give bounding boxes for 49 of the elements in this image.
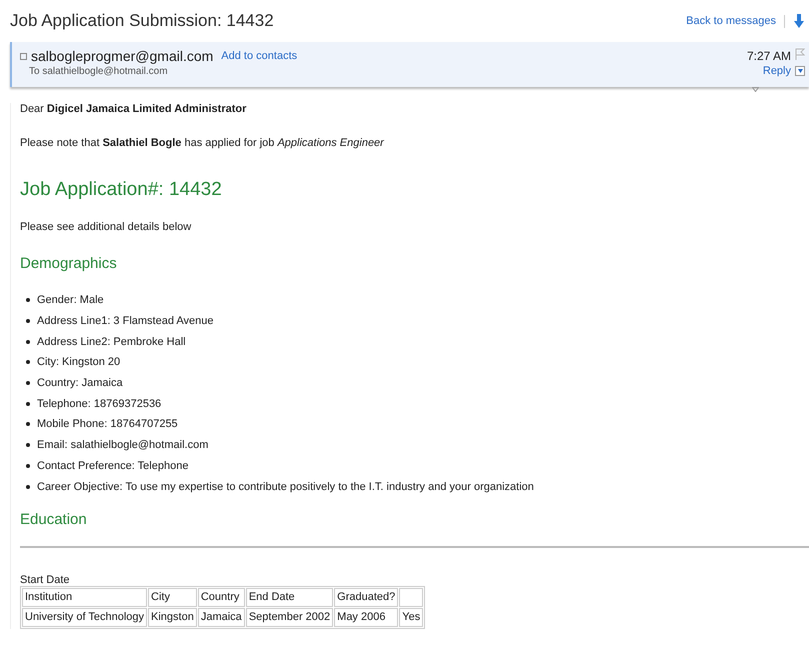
table-cell: Jamaica [198, 608, 245, 627]
table-cell: May 2006 [334, 608, 398, 627]
column-header: Country [198, 588, 245, 607]
expand-icon[interactable] [20, 52, 27, 60]
bullet-icon [26, 340, 30, 344]
note-text: Please note that Salathiel Bogle has applied for job Applications Engineer [20, 137, 386, 149]
list-item-text: Gender: Male [37, 294, 104, 306]
reply-link[interactable]: Reply [762, 65, 791, 77]
table-caption: Start Date [20, 574, 71, 586]
section-heading: Demographics [20, 255, 118, 272]
message-time: 7:27 AM [746, 48, 791, 62]
intro-text: Please see additional details below [20, 221, 192, 233]
message-subject: Job Application Submission: 14432 [10, 11, 274, 31]
table-cell: Kingston [148, 608, 197, 627]
bullet-icon [26, 402, 30, 406]
bullet-icon [26, 360, 30, 364]
table-cell: University of Technology [22, 608, 148, 627]
bullet-icon [26, 319, 30, 324]
section-heading: Education [20, 510, 88, 528]
bullet-icon [26, 422, 30, 426]
sender-address: salbogleprogmer@gmail.com [31, 48, 214, 64]
dropdown-icon[interactable] [795, 66, 805, 76]
list-item-text: Mobile Phone: 18764707255 [37, 418, 178, 430]
column-header: End Date [246, 588, 334, 607]
list-item-text: City: Kingston 20 [37, 356, 120, 368]
greeting-text: Dear Digicel Jamaica Limited Administrator [20, 103, 248, 115]
table-cell: Yes [399, 608, 424, 627]
bullet-icon [26, 298, 30, 302]
bullet-icon [26, 464, 30, 468]
list-item-text: Address Line2: Pembroke Hall [37, 336, 186, 348]
bullet-icon [26, 381, 30, 386]
column-header: Graduated? [334, 588, 398, 607]
list-item-text: Email: salathielbogle@hotmail.com [37, 439, 208, 452]
list-item-text: Career Objective: To use my expertise to contribute positively to the I.T. industry and your organization [37, 480, 534, 493]
list-item-text: Country: Jamaica [37, 377, 123, 390]
back-link[interactable]: Back to messages [686, 15, 776, 27]
list-item-text: Telephone: 18769372536 [37, 398, 162, 410]
column-header: Institution [22, 588, 148, 607]
application-heading: Job Application#: 14432 [20, 179, 223, 201]
list-item-text: Contact Preference: Telephone [37, 460, 188, 472]
list-item-text: Address Line1: 3 Flamstead Avenue [37, 315, 214, 328]
collapse-arrow-icon[interactable] [752, 87, 759, 95]
bullet-icon [26, 443, 30, 448]
bullet-icon [26, 484, 30, 489]
table-cell: September 2002 [246, 608, 334, 627]
add-contacts-link[interactable]: Add to contacts [221, 50, 298, 62]
recipient-address: To salathielbogle@hotmail.com [28, 66, 169, 77]
column-header: City [148, 588, 197, 607]
download-arrow-icon[interactable] [793, 14, 805, 28]
